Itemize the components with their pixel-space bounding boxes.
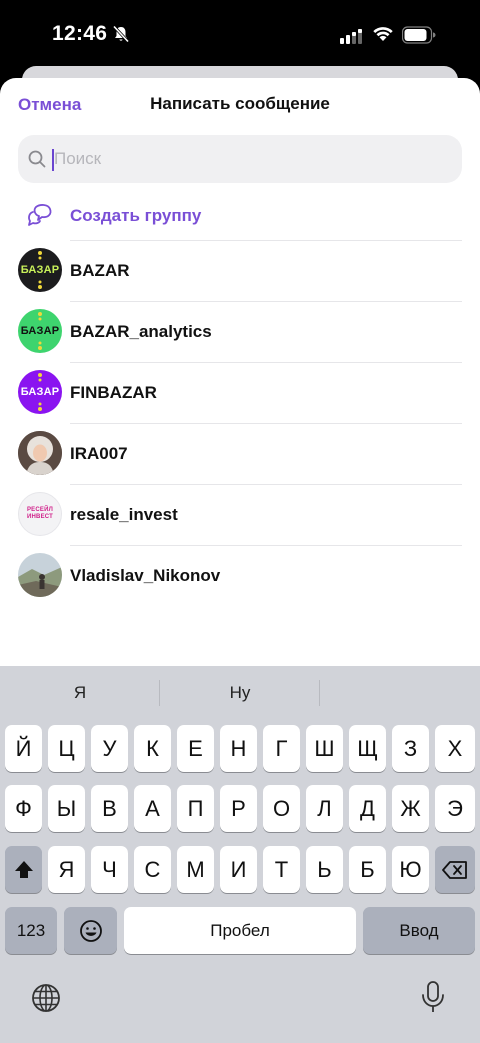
avatar-logo-text: БАЗАР [20, 386, 60, 398]
avatar: БАЗАР [18, 248, 62, 292]
key[interactable]: С [134, 846, 171, 893]
backspace-icon [442, 860, 467, 879]
key[interactable]: И [220, 846, 257, 893]
create-group-button[interactable]: Создать группу [0, 191, 480, 239]
contact-row[interactable]: БАЗАР BAZAR_analytics [0, 301, 480, 362]
key[interactable]: А [134, 785, 171, 832]
chat-bubbles-icon [28, 204, 52, 226]
keyboard: Я Ну Й Ц У К Е Н Г Ш Щ З Х Ф Ы В А П Р О… [0, 666, 480, 1043]
suggestion-divider [319, 680, 320, 706]
key[interactable]: М [177, 846, 214, 893]
key[interactable]: Э [435, 785, 475, 832]
contact-row[interactable]: IRA007 [0, 423, 480, 484]
space-key[interactable]: Пробел [124, 907, 356, 954]
avatar: РЕСЕЙЛ ИНВЕСТ [18, 492, 62, 536]
key[interactable]: У [91, 725, 128, 772]
key[interactable]: Ь [306, 846, 343, 893]
microphone-icon[interactable] [420, 980, 446, 1014]
avatar-logo-text: БАЗАР [20, 264, 60, 276]
backspace-key[interactable] [435, 846, 475, 893]
avatar-logo-text: РЕСЕЙЛ ИНВЕСТ [26, 507, 54, 520]
contact-row[interactable]: БАЗАР FINBAZAR [0, 362, 480, 423]
create-group-label: Создать группу [70, 206, 202, 225]
cellular-signal-icon [340, 29, 362, 44]
status-bar: 12:46 [0, 0, 480, 70]
contact-row[interactable]: РЕСЕЙЛ ИНВЕСТ resale_invest [0, 484, 480, 545]
contact-name: Vladislav_Nikonov [70, 566, 221, 585]
contact-row[interactable]: БАЗАР BAZAR [0, 240, 480, 301]
key[interactable]: П [177, 785, 214, 832]
shift-key[interactable] [5, 846, 42, 893]
sheet-title: Написать сообщение [150, 94, 330, 113]
suggestion-2[interactable]: Ну [160, 683, 320, 703]
key[interactable]: Ы [48, 785, 85, 832]
avatar-logo-text: БАЗАР [20, 325, 60, 337]
contact-row[interactable]: Vladislav_Nikonov [0, 545, 480, 606]
battery-icon [402, 26, 436, 44]
key[interactable]: Г [263, 725, 300, 772]
wifi-icon [373, 27, 393, 41]
numbers-key[interactable]: 123 [5, 907, 57, 954]
status-time: 12:46 [52, 22, 108, 45]
search-icon [28, 150, 46, 168]
key[interactable]: Щ [349, 725, 386, 772]
key[interactable]: Ч [91, 846, 128, 893]
return-key[interactable]: Ввод [363, 907, 475, 954]
key[interactable]: Ц [48, 725, 85, 772]
contact-name: IRA007 [70, 444, 128, 463]
globe-icon[interactable] [30, 982, 62, 1014]
shift-arrow-icon [14, 860, 33, 878]
key[interactable]: Л [306, 785, 343, 832]
key[interactable]: Ш [306, 725, 343, 772]
suggestion-1[interactable]: Я [0, 683, 160, 703]
bell-slash-icon [112, 25, 130, 43]
key[interactable]: В [91, 785, 128, 832]
contact-name: FINBAZAR [70, 383, 157, 402]
new-message-sheet: Отмена Написать сообщение Создать группу… [0, 78, 480, 678]
key[interactable]: Т [263, 846, 300, 893]
contact-name: resale_invest [70, 505, 178, 524]
key[interactable]: З [392, 725, 429, 772]
key[interactable]: Ф [5, 785, 42, 832]
emoji-icon [79, 919, 102, 942]
emoji-key[interactable] [64, 907, 117, 954]
key[interactable]: Б [349, 846, 386, 893]
key[interactable]: Д [349, 785, 386, 832]
key[interactable]: Х [435, 725, 475, 772]
key[interactable]: К [134, 725, 171, 772]
contact-name: BAZAR_analytics [70, 322, 212, 341]
key[interactable]: Е [177, 725, 214, 772]
key[interactable]: Ж [392, 785, 429, 832]
key[interactable]: Р [220, 785, 257, 832]
avatar-photo [18, 553, 62, 597]
key[interactable]: Н [220, 725, 257, 772]
key[interactable]: Я [48, 846, 85, 893]
avatar-photo [18, 431, 62, 475]
search-input[interactable] [54, 144, 444, 174]
avatar: БАЗАР [18, 370, 62, 414]
key[interactable]: Ю [392, 846, 429, 893]
search-bar[interactable] [18, 135, 462, 183]
key[interactable]: Й [5, 725, 42, 772]
key[interactable]: О [263, 785, 300, 832]
contact-name: BAZAR [70, 261, 130, 280]
avatar: БАЗАР [18, 309, 62, 353]
